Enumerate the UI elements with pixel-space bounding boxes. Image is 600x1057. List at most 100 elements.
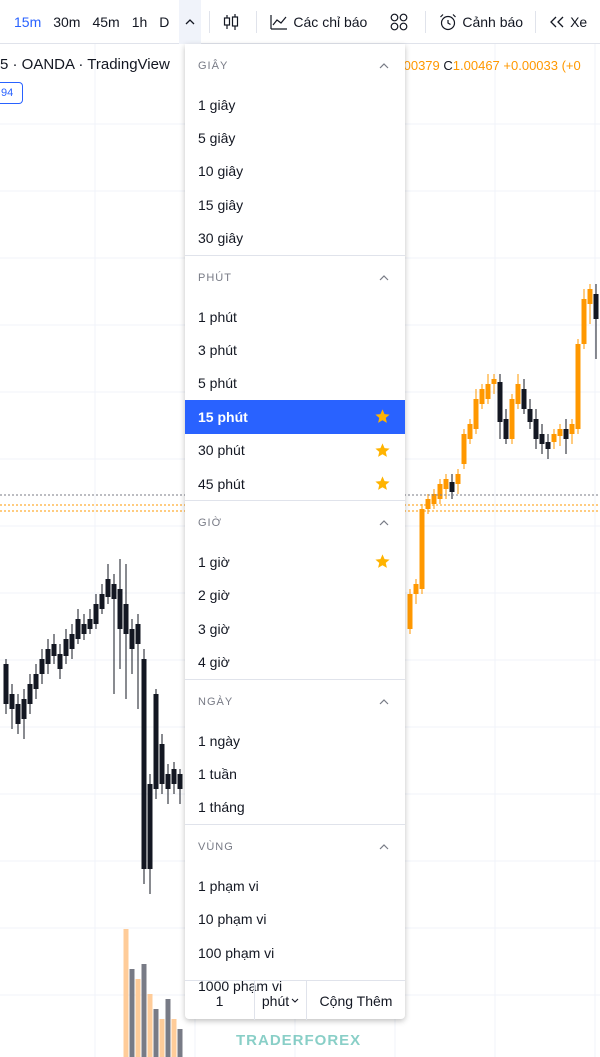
section-header[interactable]: VÙNG xyxy=(185,825,405,869)
timeframe-option[interactable]: 3 phút xyxy=(185,333,405,366)
candle-body xyxy=(57,654,63,669)
volume-bar xyxy=(147,994,153,1057)
section-header[interactable]: NGÀY xyxy=(185,680,405,724)
candle-body xyxy=(123,604,129,634)
toolbar-divider xyxy=(425,10,427,33)
close-key: C xyxy=(443,58,453,73)
candle-body xyxy=(117,589,123,629)
indicator-badge[interactable]: 94 xyxy=(0,82,23,104)
option-label: 3 giờ xyxy=(198,620,230,637)
chevron-up-icon[interactable] xyxy=(379,699,389,705)
volume-bar xyxy=(171,1019,177,1057)
option-label: 45 phút xyxy=(198,475,245,492)
candle-body xyxy=(497,382,503,422)
replay-label: Xe xyxy=(570,13,588,30)
timeframe-option[interactable]: 45 phút xyxy=(185,467,405,500)
ohlc-partial-value: .00379 xyxy=(400,58,440,73)
alerts-label: Cảnh báo xyxy=(462,13,524,30)
candle-body xyxy=(425,499,431,509)
star-icon[interactable] xyxy=(374,475,391,492)
alarm-clock-icon xyxy=(440,13,457,30)
timeframe-option[interactable]: 1 ngày xyxy=(185,724,405,757)
timeframe-option[interactable]: 5 giây xyxy=(185,121,405,154)
replay-button[interactable]: Xe xyxy=(544,0,591,44)
timeframe-option[interactable]: 1 phạm vi xyxy=(185,869,405,902)
timeframe-option[interactable]: 10 giây xyxy=(185,155,405,188)
timeframe-option[interactable]: 4 giờ xyxy=(185,645,405,678)
candle-body xyxy=(587,289,593,304)
section-header[interactable]: GIÂY xyxy=(185,44,405,88)
chevron-up-icon xyxy=(185,18,195,24)
timeframe-option[interactable]: 15 giây xyxy=(185,188,405,221)
candle-body xyxy=(99,594,105,609)
star-icon[interactable] xyxy=(374,442,391,459)
watermark-right: FOREX xyxy=(304,1032,362,1049)
candle-body xyxy=(461,434,467,464)
timeframe-option[interactable]: 5 phút xyxy=(185,367,405,400)
chart-type-button[interactable] xyxy=(218,0,248,44)
chevron-up-icon[interactable] xyxy=(379,520,389,526)
option-label: 5 phút xyxy=(198,375,237,392)
candle-body xyxy=(449,482,455,492)
toolbar-divider xyxy=(256,10,258,33)
templates-grid-icon xyxy=(390,13,408,30)
chevron-up-icon[interactable] xyxy=(379,63,389,69)
timeframe-option[interactable]: 1 tháng xyxy=(185,791,405,824)
watermark-logo: TRADERFOREX xyxy=(236,1032,361,1049)
candle-body xyxy=(21,699,27,719)
timeframe-option[interactable]: 1 phút xyxy=(185,300,405,333)
candle-body xyxy=(413,584,419,594)
section-header[interactable]: GIỜ xyxy=(185,501,405,545)
timeframe-option[interactable]: 1 giờ xyxy=(185,545,405,578)
timeframe-45m[interactable]: 45m xyxy=(86,0,125,44)
watermark-left: TRADER xyxy=(236,1032,305,1049)
timeframe-option[interactable]: 30 phút xyxy=(185,434,405,467)
candle-body xyxy=(15,704,21,724)
candle-body xyxy=(63,639,69,656)
timeframe-d[interactable]: D xyxy=(153,0,175,44)
candle-body xyxy=(485,384,491,399)
candle-body xyxy=(467,424,473,439)
candle-body xyxy=(557,429,563,436)
timeframe-30m[interactable]: 30m xyxy=(47,0,86,44)
timeframe-1h[interactable]: 1h xyxy=(126,0,154,44)
star-icon[interactable] xyxy=(374,408,391,425)
timeframe-option[interactable]: 15 phút xyxy=(185,400,405,434)
timeframe-option[interactable]: 3 giờ xyxy=(185,612,405,645)
symbol-legend: 5 · OANDA · TradingView xyxy=(0,56,170,73)
candle-body xyxy=(515,384,521,404)
custom-interval-unit-select[interactable]: phút xyxy=(255,981,307,1020)
option-label: 30 phút xyxy=(198,442,245,459)
timeframe-option[interactable]: 1 tuần xyxy=(185,757,405,790)
indicators-button[interactable]: Các chỉ báo xyxy=(265,0,371,44)
chevron-up-icon[interactable] xyxy=(379,844,389,850)
option-label: 1 tuần xyxy=(198,765,237,782)
candle-body xyxy=(527,409,533,422)
section-header[interactable]: PHÚT xyxy=(185,256,405,300)
timeframe-option[interactable]: 100 phạm vi xyxy=(185,936,405,969)
timeframe-option[interactable]: 1 giây xyxy=(185,88,405,121)
custom-interval-input[interactable]: 1 xyxy=(185,981,255,1020)
alerts-button[interactable]: Cảnh báo xyxy=(434,0,527,44)
add-interval-button[interactable]: Cộng Thêm xyxy=(307,981,405,1020)
option-label: 2 giờ xyxy=(198,587,230,604)
candle-body xyxy=(491,379,497,384)
option-label: 10 phạm vi xyxy=(198,911,267,928)
timeframe-option[interactable]: 2 giờ xyxy=(185,579,405,612)
timeframe-option[interactable]: 30 giây xyxy=(185,222,405,255)
candle-body xyxy=(407,594,413,629)
candle-body xyxy=(575,344,581,429)
candle-body xyxy=(443,479,449,489)
volume-layer xyxy=(123,929,183,1057)
star-icon[interactable] xyxy=(374,553,391,570)
option-label: 1 giờ xyxy=(198,553,230,570)
chevron-up-icon[interactable] xyxy=(379,275,389,281)
timeframe-option[interactable]: 10 phạm vi xyxy=(185,902,405,935)
candle-body xyxy=(105,579,111,597)
candle-body xyxy=(129,629,135,649)
candle-body xyxy=(39,659,45,674)
timeframe-dropdown-button[interactable] xyxy=(179,0,202,44)
volume-bar xyxy=(153,1009,159,1057)
timeframe-15m[interactable]: 15m xyxy=(0,0,47,44)
templates-button[interactable] xyxy=(385,0,417,44)
